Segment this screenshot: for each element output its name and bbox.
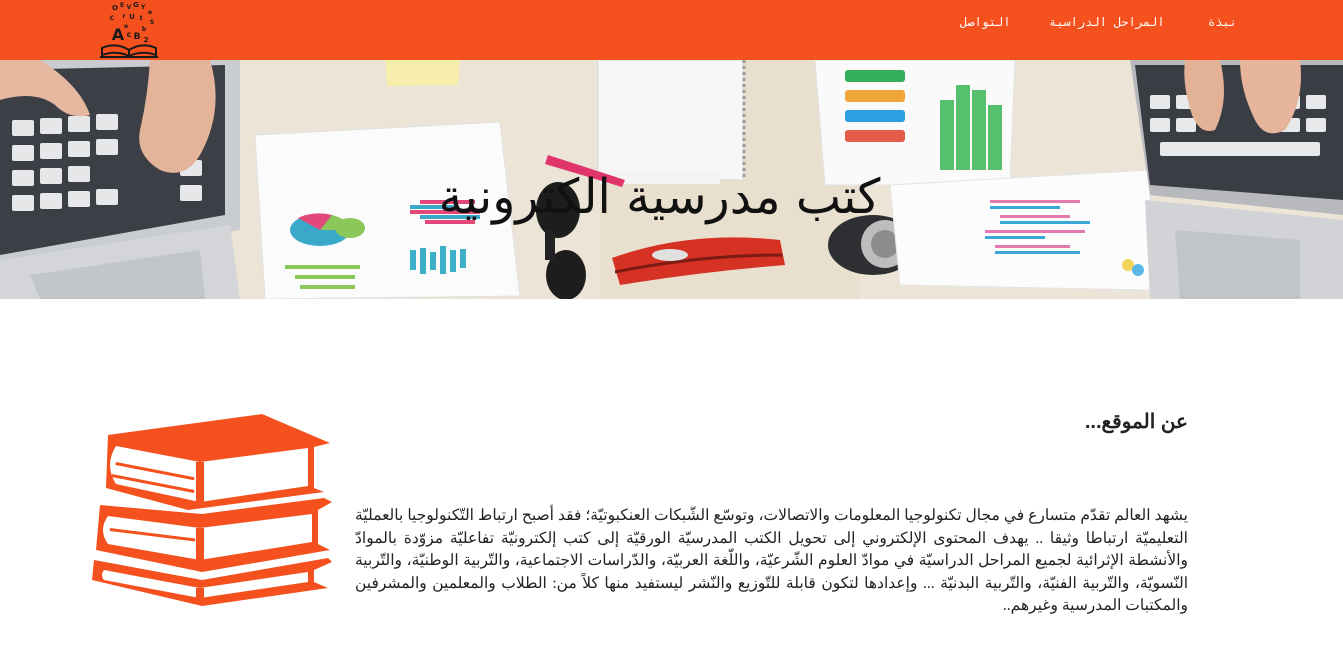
svg-text:o: o (124, 23, 128, 30)
hero-title: كتب مدرسية الكترونية (438, 169, 881, 225)
about-heading: عن الموقع... (1084, 411, 1188, 433)
svg-text:c: c (127, 30, 132, 39)
svg-text:O: O (112, 4, 118, 12)
hero-banner: كتب مدرسية الكترونية (0, 60, 1343, 299)
svg-text:2: 2 (144, 36, 149, 44)
svg-text:S: S (150, 19, 154, 26)
alphabet-book-logo-icon[interactable]: O E V G Y e C r U t S A c B 2 o b (98, 0, 160, 60)
svg-text:t: t (140, 15, 143, 22)
svg-text:e: e (148, 9, 152, 16)
top-navbar: O E V G Y e C r U t S A c B 2 o b نبذة ا… (0, 0, 1343, 60)
svg-text:b: b (142, 26, 147, 33)
svg-text:r: r (123, 13, 126, 20)
nav-item-school-stages[interactable]: المراحل الدراسية (1049, 15, 1165, 29)
about-paragraph: يشهد العالم تقدّم متسارع في مجال تكنولوج… (355, 507, 1188, 614)
nav-item-contact[interactable]: التواصل (960, 15, 1011, 29)
svg-text:A: A (112, 25, 125, 44)
svg-text:B: B (134, 32, 141, 42)
svg-text:V: V (127, 4, 132, 11)
svg-text:G: G (133, 1, 139, 9)
svg-text:E: E (120, 2, 124, 9)
nav-item-about[interactable]: نبذة (1208, 15, 1237, 29)
svg-text:C: C (110, 15, 115, 22)
stacked-books-icon (92, 414, 332, 606)
svg-text:U: U (129, 13, 135, 21)
svg-text:Y: Y (140, 4, 146, 11)
